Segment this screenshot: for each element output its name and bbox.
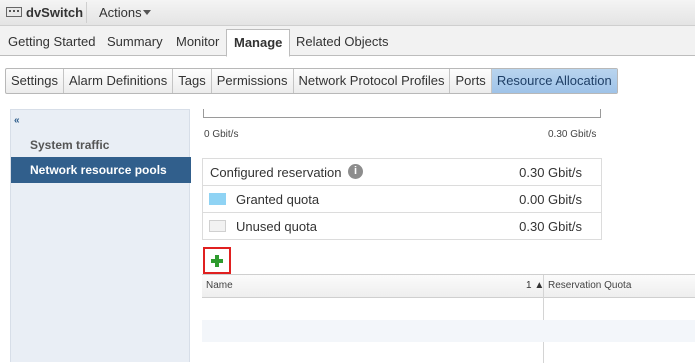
quota-summary-table: Configured reservation i 0.30 Gbit/s Gra… (202, 158, 602, 240)
object-title-bar: dvSwitch Actions (0, 0, 695, 26)
granted-quota-swatch (209, 193, 226, 205)
subtab-settings[interactable]: Settings (6, 69, 64, 93)
subtab-resource-allocation[interactable]: Resource Allocation (491, 69, 617, 93)
tab-manage[interactable]: Manage (226, 29, 291, 57)
object-title: dvSwitch (26, 5, 84, 20)
subtab-ports[interactable]: Ports (450, 69, 492, 93)
info-icon[interactable]: i (348, 164, 363, 179)
add-network-resource-pool-button[interactable] (203, 247, 231, 274)
configured-reservation-row: Configured reservation i 0.30 Gbit/s (203, 159, 601, 186)
resource-allocation-sidebar: « System traffic Network resource pools (10, 109, 191, 362)
chevron-down-icon[interactable] (143, 10, 151, 15)
network-resource-pools-grid: Name 1 ▲ Reservation Quota (202, 274, 695, 363)
sidebar-item-network-resource-pools[interactable]: Network resource pools (11, 157, 191, 183)
collapse-sidebar-icon[interactable]: « (14, 115, 20, 126)
manage-sub-tabs: Settings Alarm Definitions Tags Permissi… (5, 68, 618, 94)
tab-getting-started[interactable]: Getting Started (8, 34, 95, 49)
tab-summary[interactable]: Summary (107, 34, 163, 49)
granted-quota-row: Granted quota 0.00 Gbit/s (203, 186, 601, 213)
table-row (202, 320, 695, 342)
actions-menu-button[interactable]: Actions (99, 5, 142, 20)
tab-related-objects[interactable]: Related Objects (296, 34, 389, 49)
sidebar-item-system-traffic[interactable]: System traffic (11, 132, 191, 158)
table-row (202, 342, 695, 364)
subtab-permissions[interactable]: Permissions (212, 69, 294, 93)
unused-quota-label: Unused quota (236, 219, 317, 234)
unused-quota-row: Unused quota 0.30 Gbit/s (203, 213, 601, 239)
unused-quota-swatch (209, 220, 226, 232)
configured-reservation-label: Configured reservation (210, 165, 342, 180)
granted-quota-label: Granted quota (236, 192, 320, 207)
title-divider (86, 2, 87, 23)
subtab-alarm-definitions[interactable]: Alarm Definitions (64, 69, 174, 93)
unused-quota-value: 0.30 Gbit/s (519, 219, 582, 234)
tab-monitor[interactable]: Monitor (176, 34, 219, 49)
main-tabs: Getting Started Summary Monitor Manage R… (0, 26, 695, 57)
bandwidth-scale-bar (203, 109, 601, 118)
column-header-reservation-quota[interactable]: Reservation Quota (548, 280, 631, 291)
granted-quota-value: 0.00 Gbit/s (519, 192, 582, 207)
scale-min-label: 0 Gbit/s (204, 129, 239, 140)
dvswitch-icon (6, 7, 22, 17)
sort-ascending-indicator[interactable]: 1 ▲ (526, 280, 544, 291)
scale-max-label: 0.30 Gbit/s (548, 129, 597, 140)
table-row (202, 298, 695, 320)
configured-reservation-value: 0.30 Gbit/s (519, 165, 582, 180)
grid-header: Name 1 ▲ Reservation Quota (202, 275, 695, 298)
subtab-network-protocol-profiles[interactable]: Network Protocol Profiles (294, 69, 451, 93)
column-header-name[interactable]: Name (206, 280, 233, 291)
subtab-tags[interactable]: Tags (173, 69, 212, 93)
